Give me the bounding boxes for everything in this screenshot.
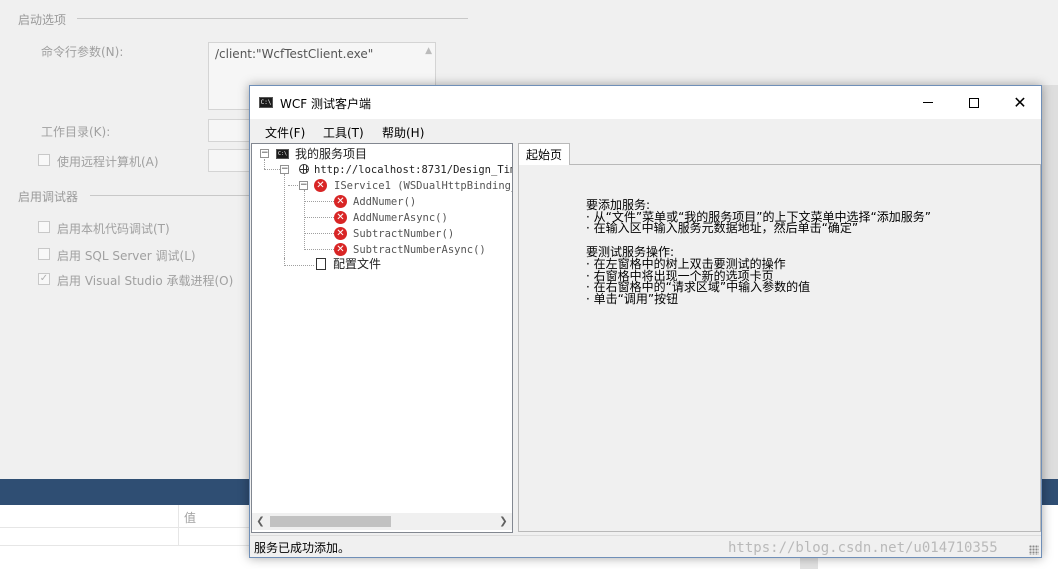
scroll-left-icon[interactable]: ❮ [252,513,269,530]
remote-checkbox[interactable] [38,154,50,166]
close-button[interactable]: ✕ [997,86,1043,119]
window-title: WCF 测试客户端 [280,97,371,111]
resize-grip-icon[interactable] [1029,545,1039,555]
close-icon: ✕ [1013,92,1027,112]
start-page-instructions: 要添加服务: · 从“文件”菜单或“我的服务项目”的上下文菜单中选择“添加服务”… [586,199,931,306]
minimize-button[interactable] [905,86,951,119]
tree-node-config-file[interactable]: 配置文件 [333,257,381,271]
remote-label: 使用远程计算机(A) [57,155,159,169]
debugger-section-title: 启用调试器 [18,190,79,204]
native-debug-checkbox[interactable] [38,221,50,233]
scroll-right-icon[interactable]: ❯ [495,513,512,530]
vs-host-label: 启用 Visual Studio 承载进程(O) [57,274,234,288]
maximize-icon [969,97,979,108]
file-icon [316,258,326,270]
cmd-args-value: /client:"WcfTestClient.exe" [215,47,374,61]
collapse-icon[interactable]: − [260,149,269,158]
scroll-up-icon[interactable]: ▲ [425,46,432,56]
maximize-button[interactable] [951,86,997,119]
section-divider [90,195,250,196]
sql-debug-label: 启用 SQL Server 调试(L) [57,249,196,263]
error-icon: ✕ [334,211,347,224]
minimize-icon [923,102,933,103]
watermark: https://blog.csdn.net/u014710355 [728,540,998,556]
tab-pane: 起始页 要添加服务: · 从“文件”菜单或“我的服务项目”的上下文菜单中选择“添… [518,143,1042,533]
tree-horizontal-scrollbar[interactable]: ❮ ❯ [252,513,512,530]
globe-icon [299,164,309,174]
menu-tools[interactable]: 工具(T) [323,124,364,141]
sql-debug-checkbox[interactable] [38,248,50,260]
service-project-icon: C:\ [276,149,289,159]
menu-help[interactable]: 帮助(H) [382,124,424,141]
native-debug-label: 启用本机代码调试(T) [57,222,170,236]
remote-field[interactable] [208,149,252,172]
section-divider [77,18,468,19]
tree-node-operation[interactable]: AddNumer() [353,195,416,209]
scrollbar-thumb[interactable] [270,516,391,527]
collapse-icon[interactable]: − [299,181,308,190]
error-icon: ✕ [334,195,347,208]
wcf-test-client-window: C:\ WCF 测试客户端 ✕ 文件(F) 工具(T) 帮助(H) − C:\ … [249,85,1042,558]
test-step: · 单击“调用”按钮 [586,291,679,306]
tab-start-page[interactable]: 起始页 [518,143,571,165]
title-bar[interactable]: C:\ WCF 测试客户端 ✕ [250,86,1041,119]
menu-bar: 文件(F) 工具(T) 帮助(H) [250,119,1041,143]
start-page: 要添加服务: · 从“文件”菜单或“我的服务项目”的上下文菜单中选择“添加服务”… [518,164,1041,532]
collapse-icon[interactable]: − [280,165,289,174]
service-tree[interactable]: − C:\ 我的服务项目 − http://localhost:8731/Des… [251,143,513,533]
error-icon: ✕ [314,179,327,192]
console-app-icon: C:\ [259,97,273,108]
tree-node-operation[interactable]: SubtractNumberAsync() [353,243,486,257]
tree-node-endpoint[interactable]: http://localhost:8731/Design_Time [314,163,512,177]
tree-node-contract[interactable]: IService1 (WSDualHttpBinding_I [334,179,512,193]
startup-section-title: 启动选项 [18,13,67,27]
add-step: · 在输入区中输入服务元数据地址，然后单击“确定” [586,221,859,236]
grid-header-value: 值 [184,511,197,525]
tree-node-operation[interactable]: AddNumerAsync() [353,211,448,225]
cmd-args-label: 命令行参数(N): [41,45,124,59]
error-icon: ✕ [334,227,347,240]
work-dir-label: 工作目录(K): [41,125,111,139]
error-icon: ✕ [334,243,347,256]
status-text: 服务已成功添加。 [254,541,351,555]
right-scroll-strip [1042,85,1058,479]
menu-file[interactable]: 文件(F) [265,124,305,141]
work-dir-field[interactable] [208,119,252,142]
vs-host-checkbox[interactable]: ✓ [38,273,50,285]
tree-node-operation[interactable]: SubtractNumber() [353,227,454,241]
tree-root-my-services[interactable]: 我的服务项目 [295,147,367,161]
